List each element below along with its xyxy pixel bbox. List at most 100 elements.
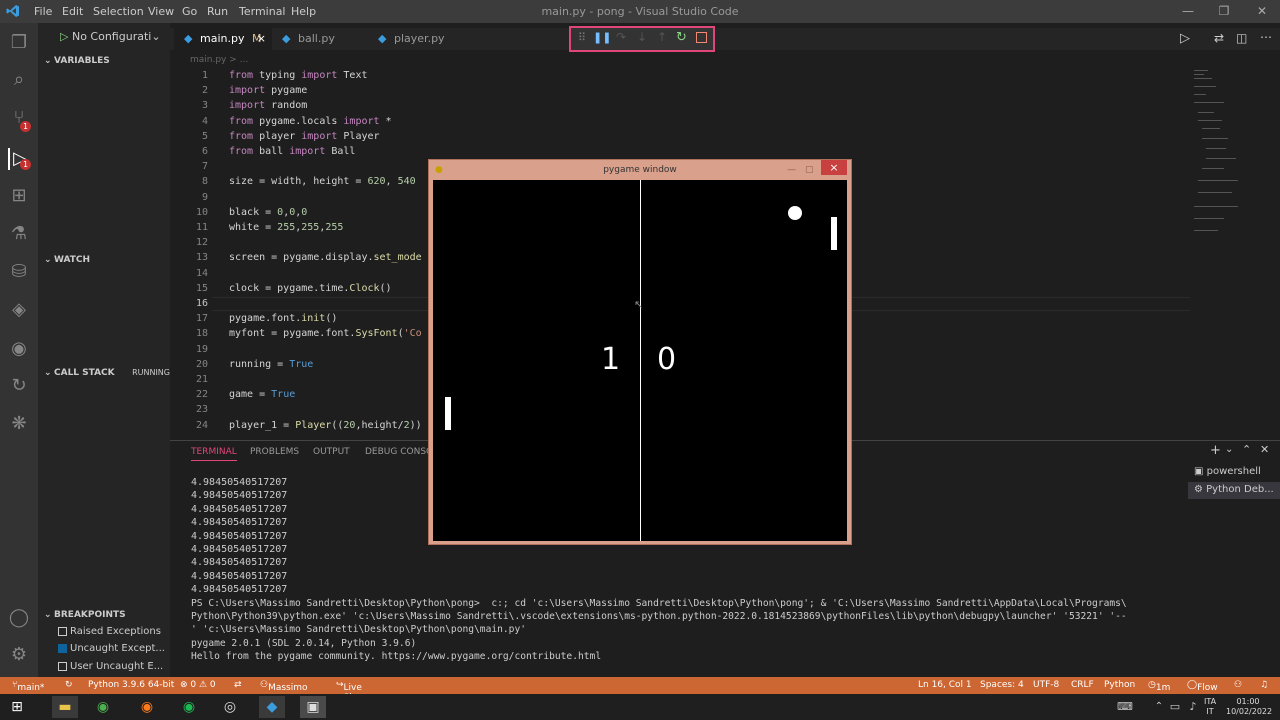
line-number[interactable]: 23 xyxy=(176,404,208,415)
account-icon[interactable]: ◯ xyxy=(8,607,30,629)
line-number[interactable]: 11 xyxy=(176,222,208,233)
line-number[interactable]: 6 xyxy=(176,146,208,157)
line-number[interactable]: 17 xyxy=(176,313,208,324)
tab-terminal[interactable]: TERMINAL xyxy=(191,447,237,461)
branch-status[interactable]: ⑂ main* xyxy=(12,680,44,693)
spotify-icon[interactable]: ◉ xyxy=(8,338,30,360)
line-number[interactable]: 16 xyxy=(176,298,208,309)
code-line[interactable]: myfont = pygame.font.SysFont('Co xyxy=(229,328,422,339)
terminal-item-python-debug[interactable]: ⚙ Python Deb... xyxy=(1188,482,1280,499)
maximize-icon[interactable]: ❐ xyxy=(1216,3,1232,19)
vscode-app-icon[interactable]: ◆ xyxy=(259,696,285,718)
keyboard-icon[interactable]: ⌨ xyxy=(1112,696,1138,718)
breadcrumb[interactable]: main.py > ... xyxy=(190,55,248,65)
breakpoint-uncaught[interactable]: Uncaught Except... xyxy=(58,643,165,654)
variables-header[interactable]: ⌄ VARIABLES xyxy=(44,56,110,66)
compare-icon[interactable]: ⇄ xyxy=(1214,31,1224,45)
pygame-window[interactable]: ● pygame window — ▢ × 1 0 ↖ xyxy=(428,159,852,545)
minimap[interactable] xyxy=(1190,68,1268,243)
line-number[interactable]: 1 xyxy=(176,70,208,81)
stop-icon[interactable] xyxy=(696,32,707,43)
start-debug-icon[interactable]: ▷ xyxy=(60,30,68,43)
code-line[interactable]: import pygame xyxy=(229,85,307,96)
line-number[interactable]: 9 xyxy=(176,192,208,203)
line-number[interactable]: 4 xyxy=(176,116,208,127)
call-stack-header[interactable]: ⌄ CALL STACK RUNNING xyxy=(44,368,170,378)
code-line[interactable]: game = True xyxy=(229,389,295,400)
tab-player-py[interactable]: ◆ player.py xyxy=(370,28,470,50)
line-number[interactable]: 19 xyxy=(176,344,208,355)
code-line[interactable]: from pygame.locals import * xyxy=(229,116,392,127)
live-share-status[interactable]: ↪ Live Share xyxy=(336,680,370,703)
python-interpreter[interactable]: Python 3.9.6 64-bit xyxy=(88,680,174,690)
testing-icon[interactable]: ⚗ xyxy=(8,223,30,245)
line-number[interactable]: 20 xyxy=(176,359,208,370)
line-number[interactable]: 10 xyxy=(176,207,208,218)
minimize-icon[interactable]: — xyxy=(1180,3,1196,19)
pong-canvas[interactable]: 1 0 ↖ xyxy=(433,180,847,541)
code-line[interactable]: running = True xyxy=(229,359,313,370)
problems-count[interactable]: ⊗ 0 ⚠ 0 xyxy=(180,680,216,690)
line-number[interactable]: 8 xyxy=(176,176,208,187)
file-explorer-icon[interactable]: ▬ xyxy=(52,696,78,718)
split-editor-icon[interactable]: ◫ xyxy=(1236,31,1247,45)
line-number[interactable]: 24 xyxy=(176,420,208,431)
feedback-icon[interactable]: ⚇ xyxy=(1234,680,1242,690)
indentation[interactable]: Spaces: 4 xyxy=(980,680,1024,690)
step-over-icon[interactable]: ↷ xyxy=(616,30,626,44)
line-number[interactable]: 18 xyxy=(176,328,208,339)
code-line[interactable]: size = width, height = 620, 540 xyxy=(229,176,416,187)
tab-close-icon[interactable]: × xyxy=(257,28,266,50)
windows-start-icon[interactable]: ⊞ xyxy=(4,696,30,718)
pygame-maximize-icon[interactable]: ▢ xyxy=(805,160,814,180)
chrome-icon[interactable]: ◉ xyxy=(90,696,116,718)
line-number[interactable]: 12 xyxy=(176,237,208,248)
line-number[interactable]: 15 xyxy=(176,283,208,294)
new-terminal-icon[interactable]: + xyxy=(1210,443,1221,458)
step-out-icon[interactable]: ↑ xyxy=(657,30,667,44)
flow-status[interactable]: ◯ Flow xyxy=(1187,680,1218,693)
checkbox[interactable] xyxy=(58,626,67,636)
close-panel-icon[interactable]: ✕ xyxy=(1260,443,1269,456)
code-line[interactable]: import random xyxy=(229,100,307,111)
gear-icon[interactable]: ⚙ xyxy=(8,644,30,666)
checkbox[interactable] xyxy=(58,661,67,671)
watch-header[interactable]: ⌄ WATCH xyxy=(44,255,90,265)
firefox-icon[interactable]: ◉ xyxy=(134,696,160,718)
line-number[interactable]: 5 xyxy=(176,131,208,142)
sync-icon[interactable]: ↻ xyxy=(65,680,73,690)
line-number[interactable]: 14 xyxy=(176,268,208,279)
checkbox-checked[interactable] xyxy=(58,643,67,653)
cursor-position[interactable]: Ln 16, Col 1 xyxy=(918,680,972,690)
tab-output[interactable]: OUTPUT xyxy=(313,447,350,457)
pygame-app-icon[interactable]: ▣ xyxy=(300,696,326,718)
pause-icon[interactable]: ❚❚ xyxy=(593,31,611,44)
line-number[interactable]: 13 xyxy=(176,252,208,263)
run-icon[interactable]: ▷ xyxy=(1180,31,1190,46)
line-number[interactable]: 3 xyxy=(176,100,208,111)
time-tracker[interactable]: ◷ 1m xyxy=(1148,680,1170,693)
line-ending[interactable]: CRLF xyxy=(1071,680,1094,690)
pygame-title-bar[interactable]: ● pygame window — ▢ × xyxy=(429,160,851,180)
breakpoints-header[interactable]: ⌄ BREAKPOINTS xyxy=(44,610,126,620)
paw-icon[interactable]: ❋ xyxy=(8,413,30,435)
pygame-minimize-icon[interactable]: — xyxy=(787,160,796,180)
system-clock[interactable]: 01:00 10/02/2022 xyxy=(1226,697,1272,717)
code-line[interactable]: screen = pygame.display.set_mode xyxy=(229,252,422,263)
step-into-icon[interactable]: ↓ xyxy=(637,30,647,44)
input-language[interactable]: ITA IT xyxy=(1204,697,1216,717)
code-line[interactable]: from typing import Text xyxy=(229,70,368,81)
line-number[interactable]: 22 xyxy=(176,389,208,400)
encoding[interactable]: UTF-8 xyxy=(1033,680,1059,690)
code-line[interactable]: pygame.font.init() xyxy=(229,313,337,324)
maximize-panel-icon[interactable]: ⌃ xyxy=(1242,443,1251,456)
debug-status-icon[interactable]: ⇄ xyxy=(234,680,242,690)
chevron-down-icon[interactable]: ⌄ xyxy=(1225,444,1233,455)
extensions-icon[interactable]: ⊞ xyxy=(8,185,30,207)
pygame-close-icon[interactable]: × xyxy=(821,160,847,175)
explorer-icon[interactable]: ❐ xyxy=(8,32,30,54)
package-icon[interactable]: ◈ xyxy=(8,299,30,321)
code-line[interactable]: player_1 = Player((20,height/2)) xyxy=(229,420,422,431)
code-line[interactable]: white = 255,255,255 xyxy=(229,222,343,233)
line-number[interactable]: 21 xyxy=(176,374,208,385)
